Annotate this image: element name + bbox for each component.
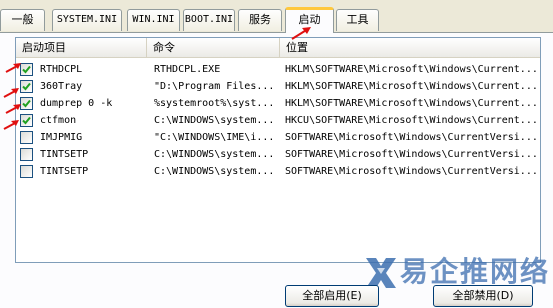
cell-item: RTHDCPL: [40, 64, 83, 75]
red-arrow-icon: [5, 63, 21, 73]
cell-location: HKLM\SOFTWARE\Microsoft\Windows\Current.…: [285, 98, 538, 109]
table-row[interactable]: TINTSETP C:\WINDOWS\system... SOFTWARE\Mic…: [16, 146, 540, 163]
table-row[interactable]: 360Tray "D:\Program Files... HKLM\SOFTWARE…: [16, 78, 540, 95]
row-checkbox[interactable]: [20, 80, 33, 93]
tab-general[interactable]: 一般: [0, 9, 45, 31]
cell-command: "D:\Program Files...: [154, 81, 275, 92]
cell-command: C:\WINDOWS\system...: [154, 149, 275, 160]
cell-item: 360Tray: [40, 81, 83, 92]
cell-command: C:\WINDOWS\system...: [154, 166, 275, 177]
cell-command: C:\WINDOWS\system...: [154, 115, 275, 126]
disable-all-button[interactable]: 全部禁用(D): [433, 285, 533, 307]
tab-win-ini[interactable]: WIN.INI: [127, 9, 180, 31]
cell-location: HKLM\SOFTWARE\Microsoft\Windows\Current.…: [285, 64, 538, 75]
cell-location: HKLM\SOFTWARE\Microsoft\Windows\Current.…: [285, 81, 538, 92]
table-row[interactable]: dumprep 0 -k %systemroot%\syst... HKLM\SOF…: [16, 95, 540, 112]
cell-item: TINTSETP: [40, 166, 89, 177]
enable-all-button[interactable]: 全部启用(E): [285, 285, 379, 307]
checkmark-icon: [22, 65, 31, 74]
tab-boot-ini[interactable]: BOOT.INI: [183, 9, 235, 31]
cell-location: SOFTWARE\Microsoft\Windows\CurrentVersi.…: [285, 149, 538, 160]
column-header-command[interactable]: 命令: [147, 38, 280, 58]
checkmark-icon: [22, 99, 31, 108]
table-row[interactable]: RTHDCPL RTHDCPL.EXE HKLM\SOFTWARE\Microsof…: [16, 61, 540, 78]
cell-command: "C:\WINDOWS\IME\i...: [154, 132, 275, 143]
cell-location: SOFTWARE\Microsoft\Windows\CurrentVersi.…: [285, 132, 538, 143]
red-arrow-icon: [3, 120, 19, 130]
row-checkbox[interactable]: [20, 165, 33, 178]
row-checkbox[interactable]: [20, 148, 33, 161]
red-arrow-icon: [3, 88, 19, 98]
cell-item: dumprep 0 -k: [40, 98, 113, 109]
cell-item: IMJPMIG: [40, 132, 83, 143]
column-header-item[interactable]: 启动项目: [16, 38, 147, 58]
row-checkbox[interactable]: [20, 131, 33, 144]
tab-system-ini[interactable]: SYSTEM.INI: [52, 9, 122, 31]
cell-location: HKCU\SOFTWARE\Microsoft\Windows\Current.…: [285, 115, 538, 126]
cell-item: ctfmon: [40, 115, 77, 126]
column-header-location[interactable]: 位置: [280, 38, 540, 58]
row-checkbox[interactable]: [20, 114, 33, 127]
red-arrow-icon: [5, 104, 21, 114]
tab-tools[interactable]: 工具: [336, 9, 379, 31]
list-header: 启动项目 命令 位置: [16, 38, 540, 58]
cell-command: RTHDCPL.EXE: [154, 64, 221, 75]
cell-location: SOFTWARE\Microsoft\Windows\CurrentVersi.…: [285, 166, 538, 177]
tab-strip: 一般 SYSTEM.INI WIN.INI BOOT.INI 服务 启动 工具: [0, 0, 553, 33]
checkmark-icon: [22, 116, 31, 125]
red-arrow-icon: [291, 27, 311, 40]
table-row[interactable]: IMJPMIG "C:\WINDOWS\IME\i... SOFTWARE\Micr…: [16, 129, 540, 146]
cell-item: TINTSETP: [40, 149, 89, 160]
cell-command: %systemroot%\syst...: [154, 98, 275, 109]
table-row[interactable]: ctfmon C:\WINDOWS\system... HKCU\SOFTWARE\…: [16, 112, 540, 129]
checkmark-icon: [22, 82, 31, 91]
table-row[interactable]: TINTSETP C:\WINDOWS\system... SOFTWARE\Mic…: [16, 163, 540, 180]
tab-services[interactable]: 服务: [238, 9, 282, 31]
startup-list[interactable]: 启动项目 命令 位置 RTHDCPL RTHDCPL.EXE HKLM\SOFTWA…: [15, 37, 541, 263]
